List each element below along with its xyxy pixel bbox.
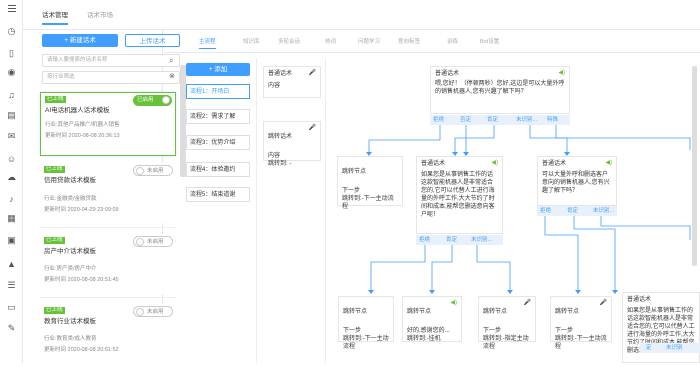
branch-bar: 定 未识别 — [640, 343, 700, 353]
connector-line — [454, 125, 495, 152]
script-node[interactable]: 普通话术 如果您是从事销售工作的话这款智能机器人是非常适合您的,它可以代替人工进… — [416, 156, 503, 234]
node-title: 普通话术 — [542, 161, 567, 167]
node-body: 喂,您好！（停顿两秒）您好,这边是可以大量外呼的销售机器人,您有兴趣了解下吗？ — [435, 81, 565, 95]
speaker-icon: ◀) — [605, 160, 612, 166]
connector-line — [476, 245, 511, 290]
jump-node[interactable]: 跳转节点 好的,感谢您的... 跳转到:-挂机 ◀) — [402, 296, 462, 342]
node-title: 普通话术 — [435, 71, 460, 77]
speaker-icon: ◀) — [558, 70, 565, 76]
node-title: 跳转节点 — [555, 309, 580, 315]
connector-line — [544, 216, 579, 290]
node-title: 跳转节点 — [343, 309, 368, 315]
branch-unrecognized[interactable]: 未识别 — [666, 343, 683, 353]
branch-reject[interactable]: 拒绝 — [433, 115, 444, 125]
script-node[interactable]: 普通话术 可以大量外呼和删选客户意向的销售机器人,您有兴趣了解下吗？ ◀) — [537, 156, 617, 206]
branch-reject[interactable]: 拒绝 — [540, 206, 551, 216]
node-title: 跳转节点 — [483, 309, 508, 315]
jump-node[interactable]: 跳转节点 下一步 跳转到:-指定主动流程 🎤 — [478, 296, 536, 350]
node-title: 普通话术 — [421, 161, 446, 167]
jump-node[interactable]: 跳转节点 下一步 跳转到:-下一主动流程 — [338, 296, 394, 350]
node-body: 下一步 跳转到:-下一主动流程 — [555, 328, 607, 350]
connector-line — [529, 125, 568, 152]
branch-positive[interactable]: 肯定 — [567, 206, 578, 216]
jump-node[interactable]: 跳转节点 下一步 跳转到:-下一主动流程 — [337, 156, 403, 210]
arrow-head — [575, 290, 581, 294]
connector-line — [600, 216, 691, 240]
node-body: 下一步 跳转到:-下一主动流程 — [342, 188, 394, 210]
branch-bar: 拒绝 否定 肯定 未识别... 特殊 — [430, 115, 570, 125]
branch-bar: 拒绝 肯定 未识别... — [416, 235, 503, 245]
arrow-head — [612, 290, 618, 294]
branch-unrecognized[interactable]: 未识别... — [516, 115, 537, 125]
script-node[interactable]: 普通话术 喂,您好！（停顿两秒）您好,这边是可以大量外呼的销售机器人,您有兴趣了… — [430, 66, 570, 114]
canvas-scrollbar[interactable] — [692, 66, 697, 266]
branch-bar: 拒绝 肯定 未识别... — [537, 206, 617, 216]
branch-unrecognized[interactable]: 未识别... — [471, 235, 492, 245]
branch-unrecognized[interactable]: 未识别... — [593, 206, 614, 216]
node-title: 跳转节点 — [342, 169, 367, 175]
node-title: 普通话术 — [627, 297, 652, 303]
node-body: 可以大量外呼和删选客户意向的销售机器人,您有兴趣了解下吗？ — [542, 172, 610, 194]
branch-positive[interactable]: 肯定 — [446, 235, 457, 245]
arrow-head — [507, 290, 513, 294]
branch-reject[interactable]: 拒绝 — [419, 235, 430, 245]
node-body: 好的,感谢您的... 跳转到:-挂机 — [407, 328, 450, 342]
connector-line — [370, 245, 426, 290]
node-body: 如果您是从事销售工作的话这款智能机器人是非常适合您的,它可以代替人工进行海量的外… — [421, 172, 495, 218]
branch-positive[interactable]: 肯定 — [487, 115, 498, 125]
branch-negative[interactable]: 否定 — [460, 115, 471, 125]
node-body: 下一步 跳转到:-下一主动流程 — [343, 328, 389, 350]
node-title: 跳转节点 — [407, 309, 432, 315]
branch-special[interactable]: 特殊 — [547, 115, 558, 125]
speaker-icon: ◀) — [491, 160, 498, 166]
arrow-head — [368, 290, 374, 294]
connector-line — [368, 125, 441, 152]
connector-line — [573, 216, 616, 290]
microphone-icon: 🎤 — [599, 300, 607, 306]
speaker-icon: ◀) — [450, 300, 457, 306]
jump-node[interactable]: 跳转节点 下一步 跳转到:-下一主动流程 🎤 — [550, 296, 612, 350]
microphone-icon: 🎤 — [523, 300, 531, 306]
node-body: 下一步 跳转到:-指定主动流程 — [483, 328, 529, 350]
branch-positive[interactable]: 定 — [646, 343, 652, 353]
connector-line — [431, 245, 453, 290]
arrow-head — [429, 290, 435, 294]
connector-line — [555, 125, 691, 150]
